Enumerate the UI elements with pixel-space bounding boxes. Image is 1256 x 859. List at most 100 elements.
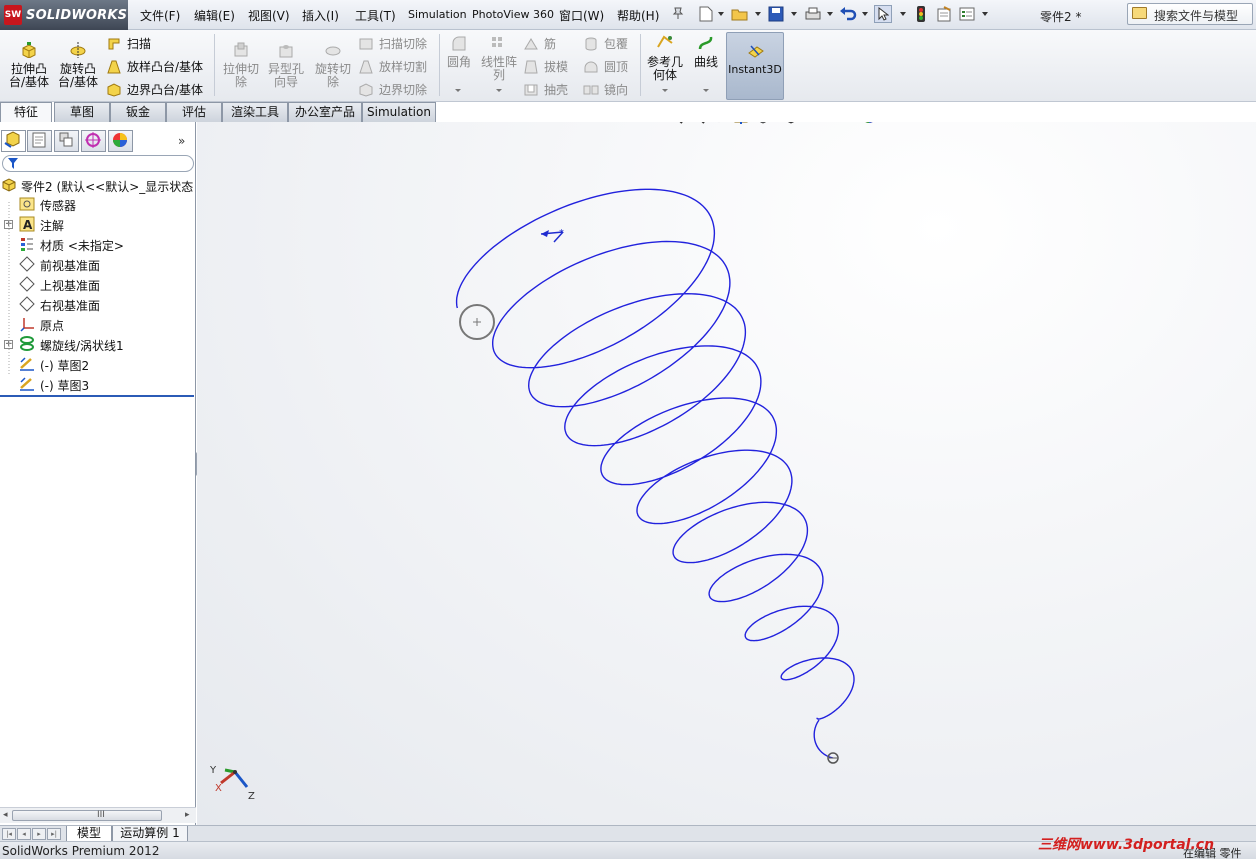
wrap-button[interactable]: 包覆 <box>583 35 628 52</box>
menu-photoview[interactable]: PhotoView 360 <box>472 8 554 21</box>
helix-start-arrow-icon[interactable]: * <box>540 228 564 243</box>
tree-item-annotations[interactable]: + A 注解 <box>0 214 196 234</box>
prev-tab-icon[interactable]: ◂ <box>17 828 31 840</box>
configuration-manager-tab[interactable] <box>54 130 79 152</box>
tab-model[interactable]: 模型 <box>66 826 112 842</box>
linear-pattern-label: 线性阵 列 <box>480 55 517 82</box>
fillet-button[interactable]: 圆角 <box>441 35 477 69</box>
scroll-right-icon[interactable]: ▸ <box>185 810 190 820</box>
tree-item-sensors[interactable]: 传感器 <box>0 194 196 214</box>
extrude-cut-button[interactable]: 拉伸切 除 <box>218 42 264 89</box>
tab-render-tools[interactable]: 渲染工具 <box>222 102 288 122</box>
rebuild-icon[interactable] <box>912 5 930 23</box>
mirror-button[interactable]: 镜向 <box>583 81 628 98</box>
curves-dropdown-icon[interactable] <box>703 89 709 92</box>
tab-sketch[interactable]: 草图 <box>54 102 110 122</box>
helix-path[interactable] <box>455 188 855 720</box>
menu-tools[interactable]: 工具(T) <box>355 7 396 24</box>
revolve-boss-button[interactable]: 旋转凸 台/基体 <box>55 42 101 89</box>
extrude-boss-button[interactable]: 拉伸凸 台/基体 <box>6 42 52 89</box>
hole-wizard-button[interactable]: 异型孔 向导 <box>263 42 309 89</box>
tree-item-origin[interactable]: 原点 <box>0 314 196 334</box>
menu-insert[interactable]: 插入(I) <box>302 7 339 24</box>
tab-office-products[interactable]: 办公室产品 <box>288 102 362 122</box>
tab-simulation[interactable]: Simulation <box>362 102 436 122</box>
open-dropdown-icon[interactable] <box>755 12 761 16</box>
menu-window[interactable]: 窗口(W) <box>559 7 604 24</box>
scroll-left-icon[interactable]: ◂ <box>3 810 8 820</box>
tree-filter[interactable] <box>2 155 194 172</box>
dimxpert-tab[interactable] <box>81 130 106 152</box>
last-tab-icon[interactable]: ▸| <box>47 828 61 840</box>
tab-features[interactable]: 特征 <box>0 102 52 123</box>
pin-icon[interactable] <box>671 6 685 20</box>
curves-button[interactable]: 曲线 <box>690 35 722 69</box>
linear-pattern-button[interactable]: 线性阵 列 <box>478 35 520 82</box>
undo-icon[interactable] <box>839 5 857 23</box>
print-dropdown-icon[interactable] <box>827 12 833 16</box>
solidworks-logo[interactable]: SW SOLIDWORKS <box>0 0 128 30</box>
instant3d-button[interactable]: Instant3D <box>726 32 784 100</box>
shell-button[interactable]: 抽壳 <box>523 81 568 98</box>
expand-panel-icon[interactable]: » <box>178 134 185 148</box>
panel-horizontal-scrollbar[interactable]: ◂ III ▸ <box>0 807 196 823</box>
tab-evaluate[interactable]: 评估 <box>166 102 222 122</box>
tree-item-right-plane[interactable]: 右视基准面 <box>0 294 196 314</box>
next-tab-icon[interactable]: ▸ <box>32 828 46 840</box>
tree-item-material[interactable]: 材质 <未指定> <box>0 234 196 254</box>
save-dropdown-icon[interactable] <box>791 12 797 16</box>
dome-button[interactable]: 圆顶 <box>583 58 628 75</box>
menu-file[interactable]: 文件(F) <box>140 7 180 24</box>
display-manager-tab[interactable] <box>108 130 133 152</box>
helix-curve[interactable] <box>455 188 855 759</box>
new-dropdown-icon[interactable] <box>718 12 724 16</box>
helix-tail[interactable] <box>813 719 834 759</box>
save-icon[interactable] <box>767 5 785 23</box>
sweep-button[interactable]: 扫描 <box>106 35 151 52</box>
tree-root-part[interactable]: 零件2 (默认<<默认>_显示状态 <box>0 175 196 195</box>
menu-help[interactable]: 帮助(H) <box>617 7 659 24</box>
fillet-dropdown-icon[interactable] <box>455 89 461 92</box>
swept-cut-button[interactable]: 扫描切除 <box>358 35 427 52</box>
tab-motion-study[interactable]: 运动算例 1 <box>112 826 188 842</box>
rollback-bar[interactable] <box>0 395 194 397</box>
loft-boss-button[interactable]: 放样凸台/基体 <box>106 58 203 75</box>
print-icon[interactable] <box>804 5 822 23</box>
undo-dropdown-icon[interactable] <box>862 12 868 16</box>
model-view-canvas[interactable]: * Y X Z <box>197 122 1256 825</box>
open-folder-icon[interactable] <box>731 5 749 23</box>
tree-item-top-plane[interactable]: 上视基准面 <box>0 274 196 294</box>
select-dropdown-icon[interactable] <box>900 12 906 16</box>
revolve-cut-label: 旋转切 除 <box>314 62 351 89</box>
options-icon[interactable] <box>958 5 976 23</box>
revolve-cut-button[interactable]: 旋转切 除 <box>310 42 356 89</box>
tree-item-helix[interactable]: + 螺旋线/涡状线1 <box>0 334 196 354</box>
lofted-cut-button[interactable]: 放样切割 <box>358 58 427 75</box>
ref-geometry-dropdown-icon[interactable] <box>662 89 668 92</box>
tab-sheet-metal[interactable]: 钣金 <box>110 102 166 122</box>
boundary-cut-button[interactable]: 边界切除 <box>358 81 427 98</box>
select-pointer-icon[interactable] <box>874 5 892 23</box>
feature-tree-tab[interactable] <box>1 130 26 152</box>
scroll-thumb[interactable]: III <box>12 810 162 821</box>
boundary-boss-button[interactable]: 边界凸台/基体 <box>106 81 203 98</box>
menu-simulation[interactable]: Simulation <box>408 8 467 21</box>
new-document-icon[interactable] <box>697 5 715 23</box>
first-tab-icon[interactable]: |◂ <box>2 828 16 840</box>
file-properties-icon[interactable] <box>935 5 953 23</box>
tree-item-sketch3[interactable]: (-) 草图3 <box>0 374 196 394</box>
fillet-label: 圆角 <box>446 55 471 69</box>
rib-button[interactable]: 筋 <box>523 35 556 52</box>
menu-view[interactable]: 视图(V) <box>248 7 290 24</box>
search-box[interactable]: 搜索文件与模型 <box>1127 3 1253 25</box>
graphics-area[interactable]: * Y X Z <box>197 122 1256 825</box>
pattern-dropdown-icon[interactable] <box>496 89 502 92</box>
property-manager-tab[interactable] <box>27 130 52 152</box>
reference-geometry-button[interactable]: 参考几 何体 <box>644 35 686 82</box>
coordinate-triad[interactable] <box>220 768 249 788</box>
menu-edit[interactable]: 编辑(E) <box>194 7 235 24</box>
tree-item-front-plane[interactable]: 前视基准面 <box>0 254 196 274</box>
draft-button[interactable]: 拔模 <box>523 58 568 75</box>
options-dropdown-icon[interactable] <box>982 12 988 16</box>
tree-item-sketch2[interactable]: (-) 草图2 <box>0 354 196 374</box>
